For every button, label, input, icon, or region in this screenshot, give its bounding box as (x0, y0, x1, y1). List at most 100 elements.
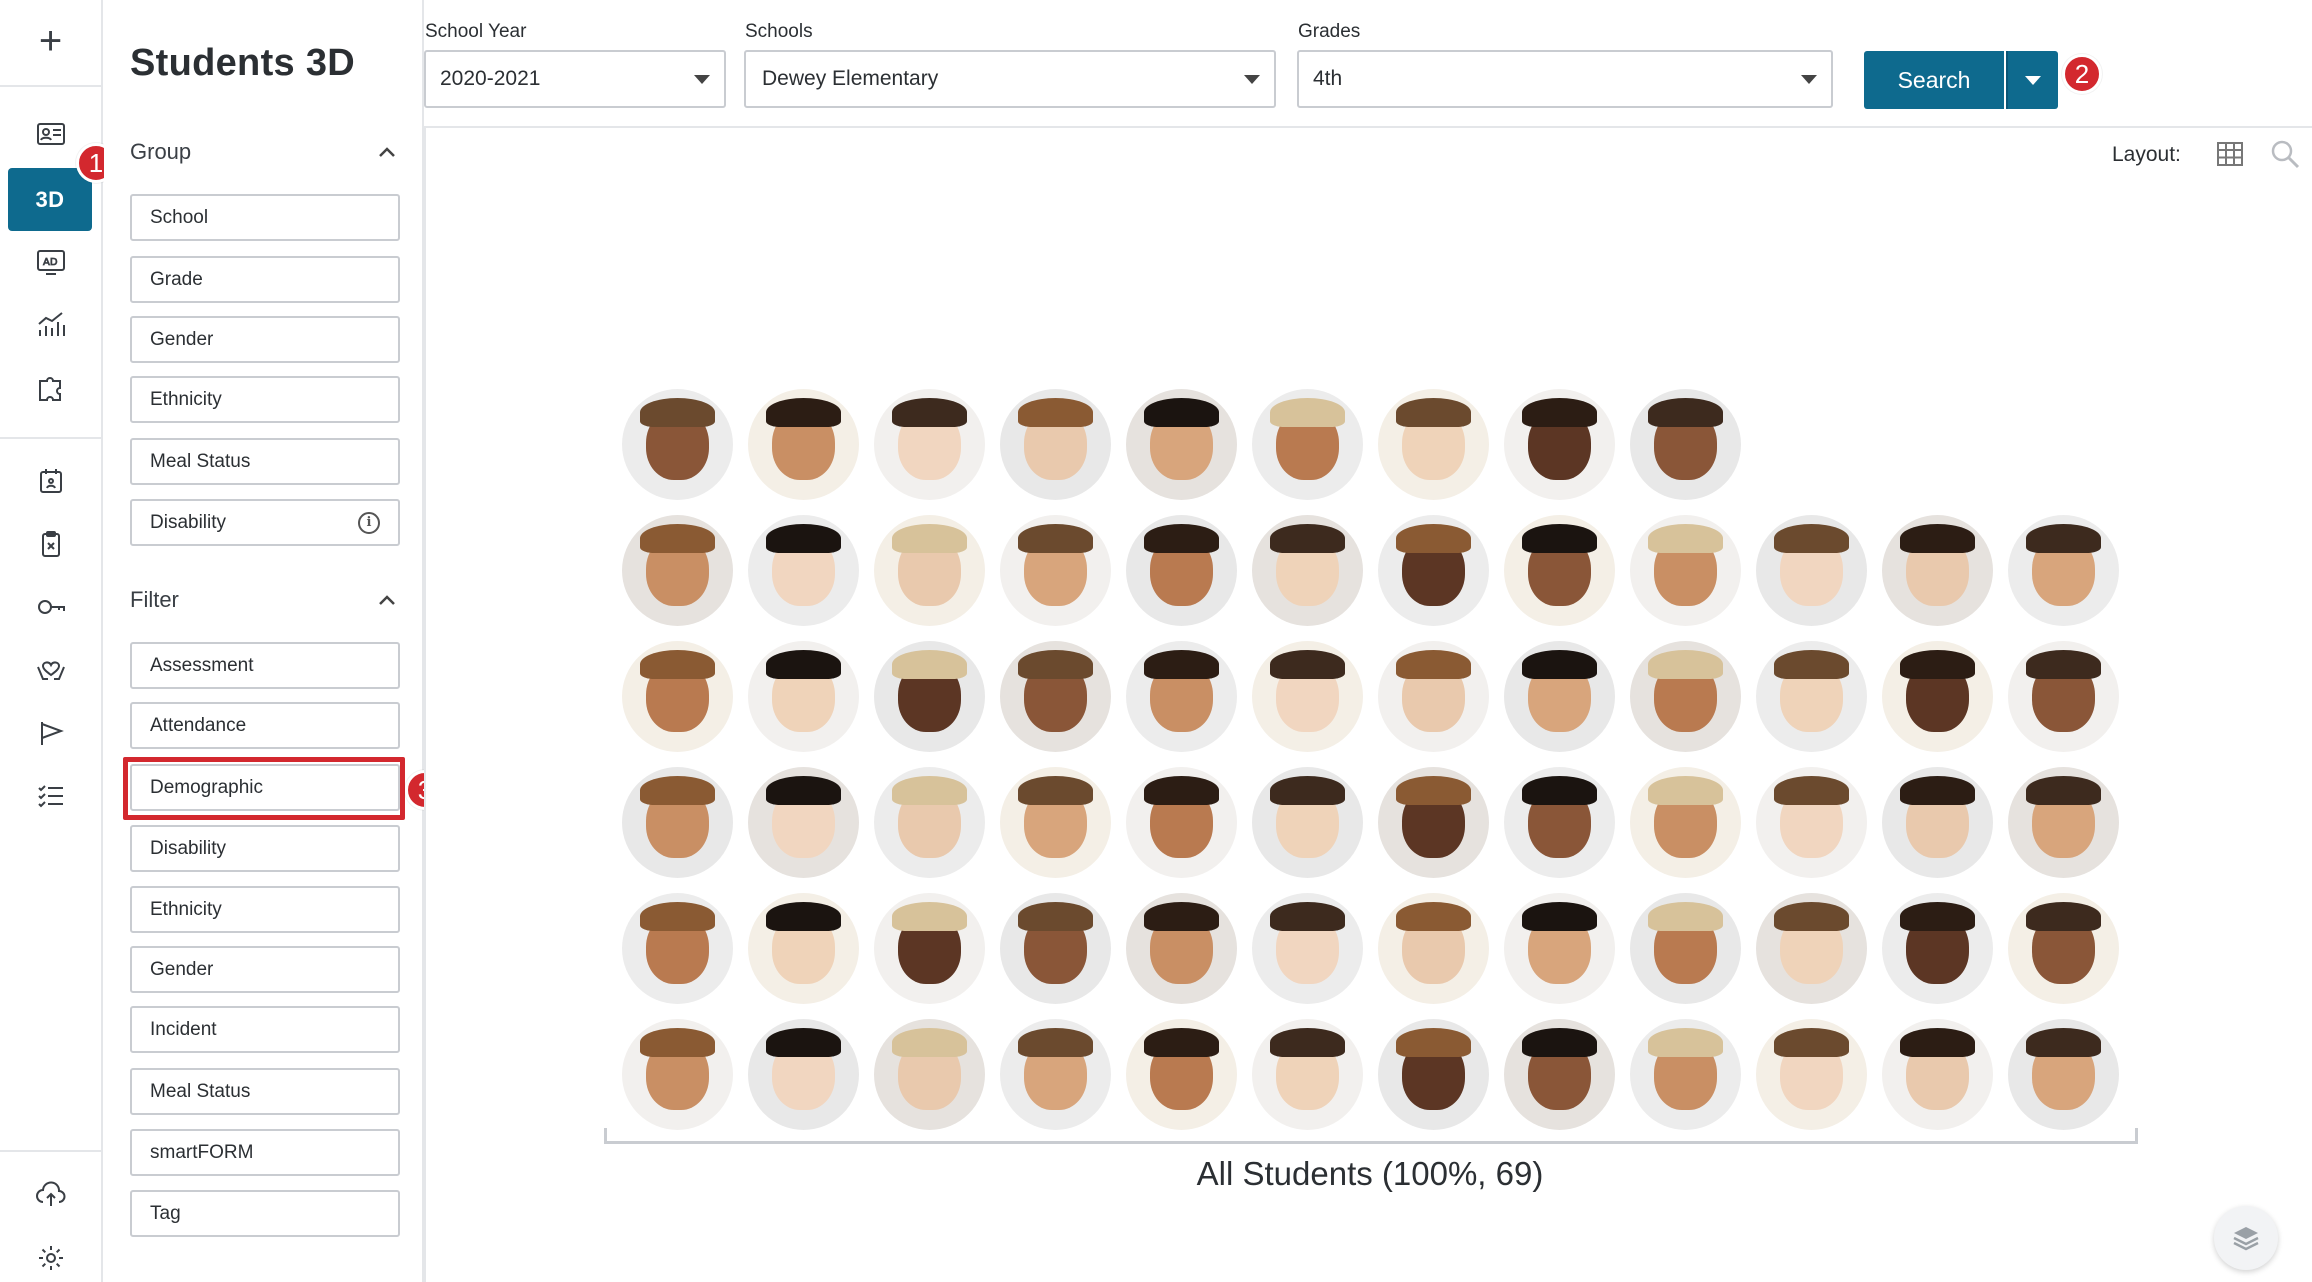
rail-item-settings[interactable] (0, 1228, 101, 1282)
group-option-gender[interactable]: Gender (130, 316, 400, 363)
student-avatar[interactable] (1000, 641, 1111, 752)
group-option-school[interactable]: School (130, 194, 400, 241)
student-avatar[interactable] (2008, 767, 2119, 878)
group-option-disability[interactable]: Disability i (130, 499, 400, 546)
student-avatar[interactable] (1756, 515, 1867, 626)
student-avatar[interactable] (748, 893, 859, 1004)
layers-button[interactable] (2214, 1206, 2278, 1270)
info-icon[interactable]: i (358, 511, 380, 534)
student-avatar[interactable] (874, 1019, 985, 1130)
student-avatar[interactable] (1378, 515, 1489, 626)
group-option-grade[interactable]: Grade (130, 256, 400, 303)
student-avatar[interactable] (1126, 515, 1237, 626)
student-avatar[interactable] (1000, 515, 1111, 626)
student-avatar[interactable] (1252, 767, 1363, 878)
filter-option-meal-status[interactable]: Meal Status (130, 1068, 400, 1115)
student-avatar[interactable] (1000, 767, 1111, 878)
student-avatar[interactable] (748, 389, 859, 500)
rail-item-analytics[interactable] (0, 295, 101, 355)
student-avatar[interactable] (748, 767, 859, 878)
filter-option-ethnicity[interactable]: Ethnicity (130, 886, 400, 933)
student-avatar[interactable] (1504, 641, 1615, 752)
group-option-meal-status[interactable]: Meal Status (130, 438, 400, 485)
rail-item-calendar[interactable] (0, 451, 101, 511)
rail-item-puzzle[interactable] (0, 358, 101, 418)
rail-item-3d[interactable]: 3D (8, 168, 92, 231)
student-avatar[interactable] (1126, 641, 1237, 752)
rail-item-flag[interactable] (0, 703, 101, 763)
student-avatar[interactable] (2008, 1019, 2119, 1130)
student-avatar[interactable] (1882, 767, 1993, 878)
student-avatar[interactable] (1504, 1019, 1615, 1130)
rail-item-checklist[interactable] (0, 766, 101, 826)
student-avatar[interactable] (874, 767, 985, 878)
student-avatar[interactable] (1630, 389, 1741, 500)
filter-option-incident[interactable]: Incident (130, 1006, 400, 1053)
student-avatar[interactable] (1756, 767, 1867, 878)
student-avatar[interactable] (1000, 893, 1111, 1004)
student-avatar[interactable] (2008, 515, 2119, 626)
student-avatar[interactable] (1000, 1019, 1111, 1130)
grades-select[interactable]: 4th (1297, 50, 1833, 108)
student-avatar[interactable] (1630, 1019, 1741, 1130)
add-button[interactable]: + (0, 0, 101, 82)
student-avatar[interactable] (622, 641, 733, 752)
student-avatar[interactable] (1378, 893, 1489, 1004)
student-avatar[interactable] (748, 1019, 859, 1130)
student-avatar[interactable] (1126, 767, 1237, 878)
group-section-header[interactable]: Group (130, 139, 398, 165)
school-year-select[interactable]: 2020-2021 (424, 50, 726, 108)
student-avatar[interactable] (874, 893, 985, 1004)
student-avatar[interactable] (1756, 1019, 1867, 1130)
student-avatar[interactable] (748, 641, 859, 752)
student-avatar[interactable] (1126, 893, 1237, 1004)
student-avatar[interactable] (1882, 515, 1993, 626)
student-avatar[interactable] (1000, 389, 1111, 500)
filter-option-tag[interactable]: Tag (130, 1190, 400, 1237)
rail-item-ad[interactable]: AD (0, 232, 101, 292)
student-avatar[interactable] (1756, 893, 1867, 1004)
group-option-ethnicity[interactable]: Ethnicity (130, 376, 400, 423)
search-icon[interactable] (2270, 139, 2300, 169)
rail-item-key[interactable] (0, 577, 101, 637)
student-avatar[interactable] (1630, 515, 1741, 626)
student-avatar[interactable] (1252, 641, 1363, 752)
student-avatar[interactable] (874, 515, 985, 626)
student-avatar[interactable] (1378, 767, 1489, 878)
grid-layout-icon[interactable] (2216, 141, 2244, 167)
student-avatar[interactable] (1252, 1019, 1363, 1130)
student-avatar[interactable] (1378, 1019, 1489, 1130)
student-avatar[interactable] (1882, 641, 1993, 752)
student-avatar[interactable] (1882, 1019, 1993, 1130)
filter-option-smartform[interactable]: smartFORM (130, 1129, 400, 1176)
filter-option-attendance[interactable]: Attendance (130, 702, 400, 749)
schools-select[interactable]: Dewey Elementary (744, 50, 1276, 108)
student-avatar[interactable] (874, 641, 985, 752)
student-avatar[interactable] (1630, 641, 1741, 752)
student-avatar[interactable] (1126, 389, 1237, 500)
student-avatar[interactable] (1756, 641, 1867, 752)
rail-item-support[interactable] (0, 640, 101, 700)
rail-item-clipboard[interactable] (0, 514, 101, 574)
student-avatar[interactable] (1252, 515, 1363, 626)
student-avatar[interactable] (622, 389, 733, 500)
student-avatar[interactable] (1252, 893, 1363, 1004)
student-avatar[interactable] (1126, 1019, 1237, 1130)
student-avatar[interactable] (622, 1019, 733, 1130)
student-avatar[interactable] (1504, 767, 1615, 878)
filter-option-gender[interactable]: Gender (130, 946, 400, 993)
filter-section-header[interactable]: Filter (130, 587, 398, 613)
student-avatar[interactable] (1630, 893, 1741, 1004)
student-avatar[interactable] (1882, 893, 1993, 1004)
rail-item-upload[interactable] (0, 1164, 101, 1224)
student-avatar[interactable] (2008, 641, 2119, 752)
student-avatar[interactable] (622, 515, 733, 626)
student-avatar[interactable] (1504, 515, 1615, 626)
filter-option-assessment[interactable]: Assessment (130, 642, 400, 689)
student-avatar[interactable] (1378, 389, 1489, 500)
student-avatar[interactable] (2008, 893, 2119, 1004)
student-avatar[interactable] (1378, 641, 1489, 752)
student-avatar[interactable] (874, 389, 985, 500)
student-avatar[interactable] (748, 515, 859, 626)
filter-option-disability[interactable]: Disability (130, 825, 400, 872)
